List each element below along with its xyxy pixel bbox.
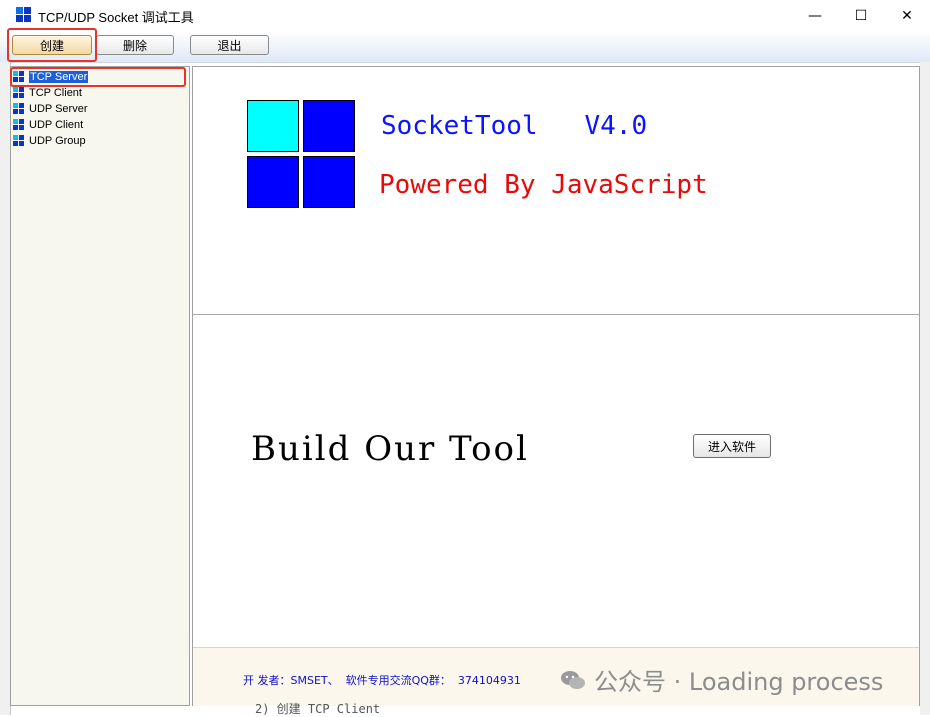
title-bar: TCP/UDP Socket 调试工具 — ☐ ✕ (0, 0, 930, 31)
tree-item-tcp-server[interactable]: TCP Server (13, 69, 89, 84)
create-button[interactable]: 创建 (12, 35, 92, 55)
maximize-button[interactable]: ☐ (838, 0, 884, 31)
slogan-text: Build Our Tool (251, 429, 529, 469)
windows-logo-icon (13, 70, 25, 83)
windows-logo-icon (13, 118, 25, 131)
enter-software-button[interactable]: 进入软件 (693, 434, 771, 458)
right-frame-edge (920, 62, 930, 715)
toolbar: 创建 删除 退出 (0, 31, 930, 63)
window-title: TCP/UDP Socket 调试工具 (38, 10, 194, 25)
divider (193, 314, 919, 315)
windows-logo-icon (13, 102, 25, 115)
app-name-version: SocketTool V4.0 (381, 111, 648, 141)
wechat-icon (561, 670, 585, 689)
powered-by-text: Powered By JavaScript (379, 170, 708, 200)
close-button[interactable]: ✕ (884, 0, 930, 31)
windows-logo-icon (16, 7, 32, 23)
socket-tool-logo (247, 100, 357, 210)
tree-item-udp-server[interactable]: UDP Server (13, 101, 87, 116)
developer-info: 开 发者：SMSET、 软件专用交流QQ群： 374104931 (243, 674, 521, 687)
connection-tree[interactable]: TCP Server TCP Client UDP Server UDP Cli… (10, 66, 190, 706)
delete-button[interactable]: 删除 (96, 35, 174, 55)
tree-item-label: TCP Server (29, 70, 89, 83)
tree-item-udp-group[interactable]: UDP Group (13, 133, 86, 148)
tree-item-udp-client[interactable]: UDP Client (13, 117, 83, 132)
minimize-button[interactable]: — (792, 0, 838, 31)
watermark-text: 公众号 · Loading process (594, 668, 884, 696)
windows-logo-icon (13, 86, 25, 99)
partial-caption-text: 2) 创建 TCP Client (255, 702, 381, 716)
tree-item-label: UDP Group (29, 134, 86, 147)
tree-item-label: UDP Client (29, 118, 84, 131)
tree-item-label: UDP Server (29, 102, 88, 115)
windows-logo-icon (13, 134, 25, 147)
splash-panel: SocketTool V4.0 Powered By JavaScript Bu… (192, 66, 920, 706)
tree-item-tcp-client[interactable]: TCP Client (13, 85, 82, 100)
watermark: 公众号 · Loading process (560, 662, 883, 697)
tree-item-label: TCP Client (29, 86, 82, 99)
exit-button[interactable]: 退出 (190, 35, 269, 55)
